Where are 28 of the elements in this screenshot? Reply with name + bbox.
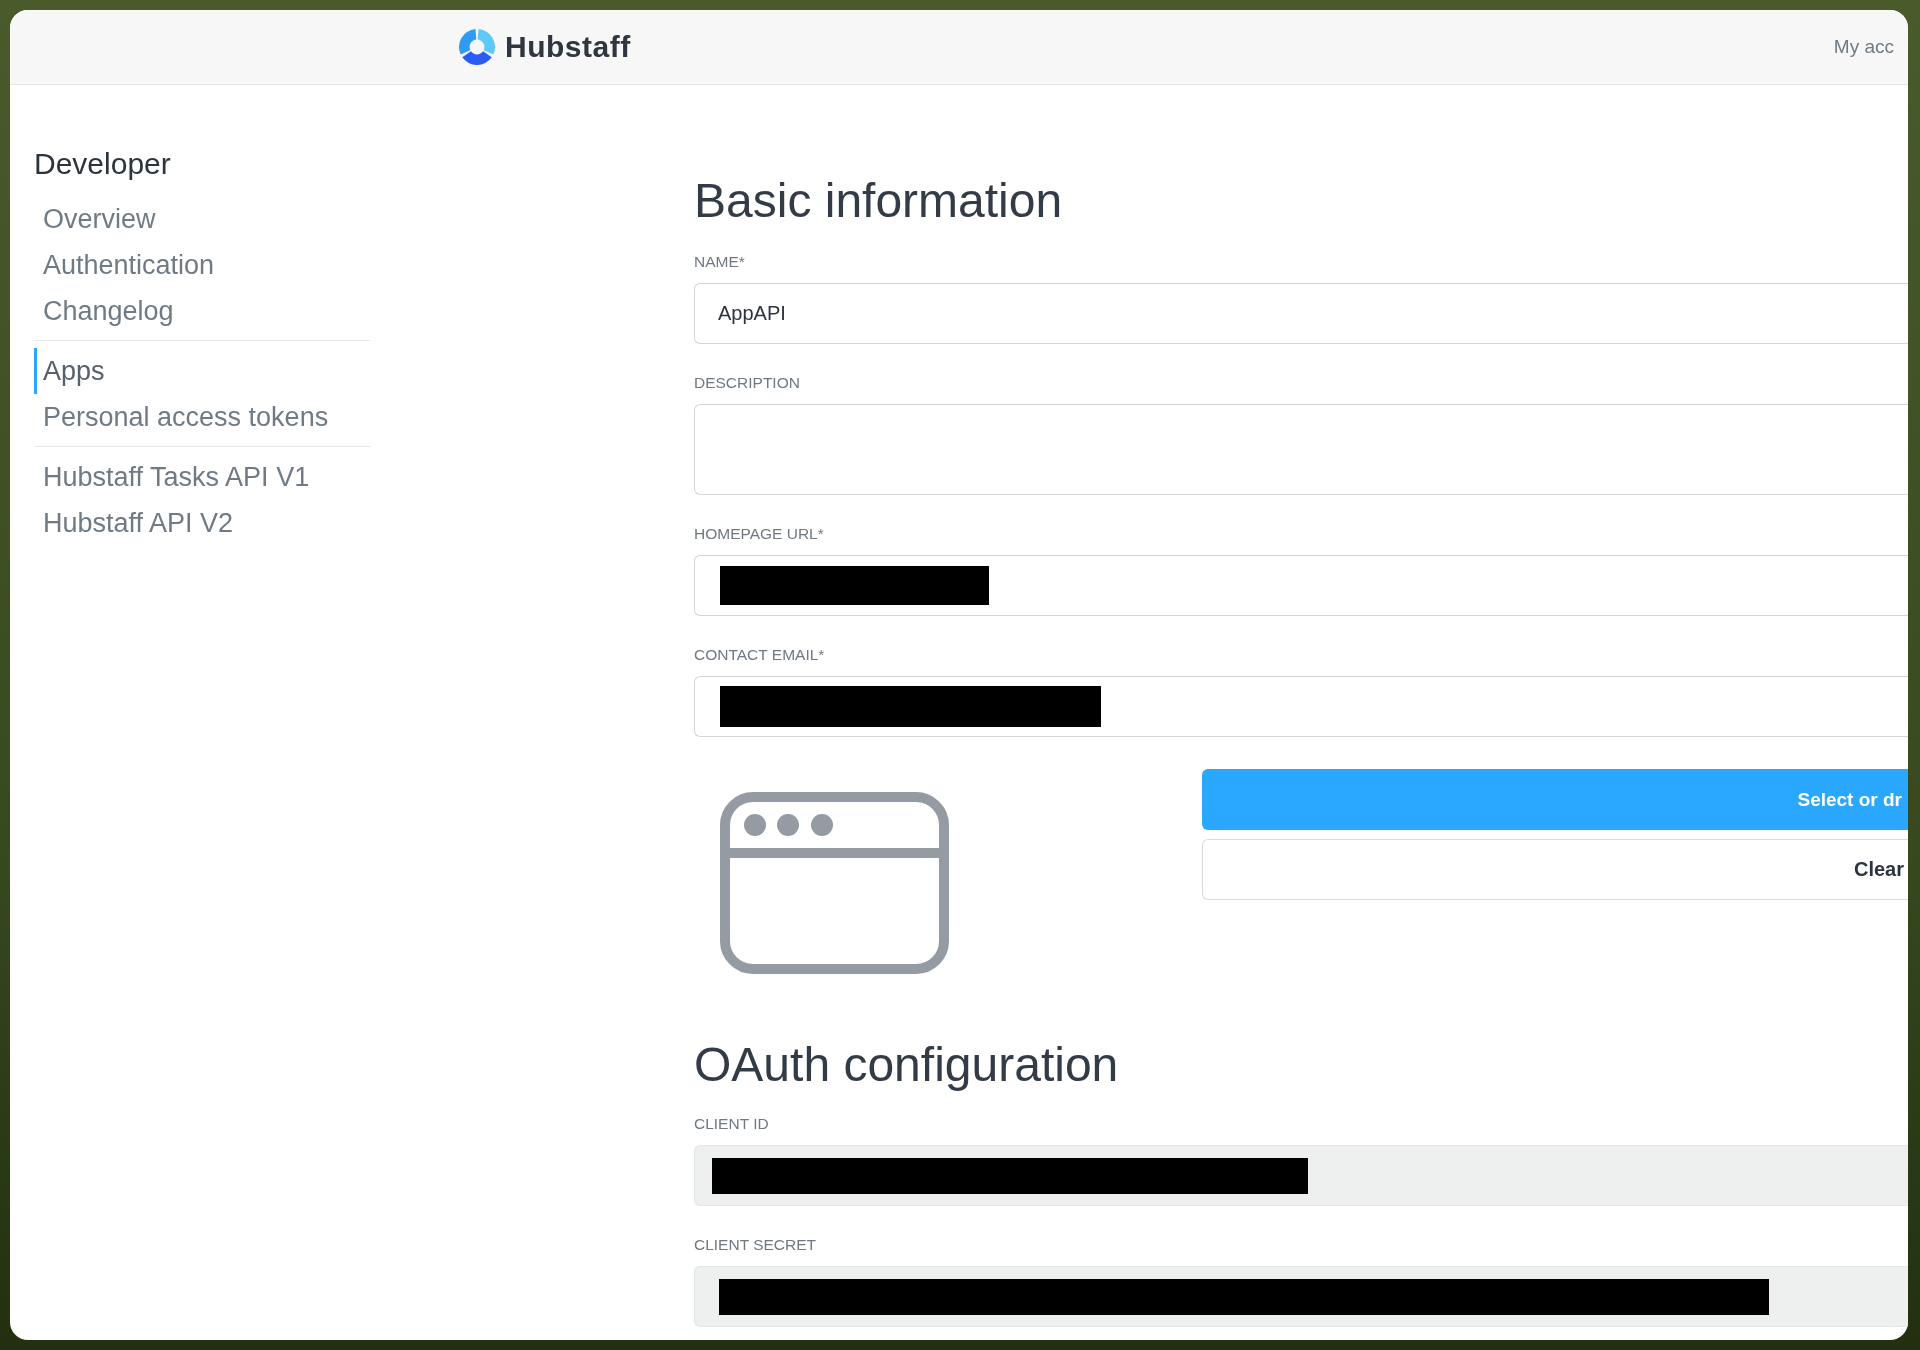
field-label: HOMEPAGE URL*	[694, 525, 825, 543]
input-field[interactable]: AppAPI	[694, 283, 1908, 344]
sidebar-link[interactable]: Hubstaff API V2	[34, 500, 234, 546]
sidebar-link[interactable]: Apps	[34, 348, 105, 394]
textarea-field[interactable]	[694, 404, 1908, 495]
input-field[interactable]	[694, 676, 1908, 737]
field-label: CLIENT ID	[694, 1115, 770, 1133]
logo-icon	[459, 29, 495, 65]
field-label: CLIENT SECRET	[694, 1236, 818, 1254]
field-label: DESCRIPTION	[694, 374, 801, 392]
input-field[interactable]	[694, 555, 1908, 616]
sidebar-link[interactable]: Overview	[34, 196, 156, 242]
section-heading: Basic information	[694, 173, 1064, 229]
section-heading: OAuth configuration	[694, 1037, 1120, 1093]
sidebar-link[interactable]: Changelog	[34, 288, 174, 334]
input-field[interactable]	[694, 1145, 1908, 1206]
browser-window-icon	[720, 792, 949, 974]
brand-name: Hubstaff	[505, 30, 631, 64]
sidebar-heading: Developer	[34, 147, 171, 181]
field-label: CONTACT EMAIL*	[694, 646, 826, 664]
sidebar-link[interactable]: Authentication	[34, 242, 215, 288]
input-field[interactable]	[694, 1266, 1908, 1327]
field-label: NAME*	[694, 253, 746, 271]
account-link[interactable]: My acc	[1833, 36, 1894, 58]
sidebar-link[interactable]: Hubstaff Tasks API V1	[34, 454, 310, 500]
upload-button[interactable]: Clear	[1202, 839, 1908, 900]
upload-button[interactable]: Select or dr	[1202, 769, 1908, 830]
sidebar-link[interactable]: Personal access tokens	[34, 394, 329, 440]
